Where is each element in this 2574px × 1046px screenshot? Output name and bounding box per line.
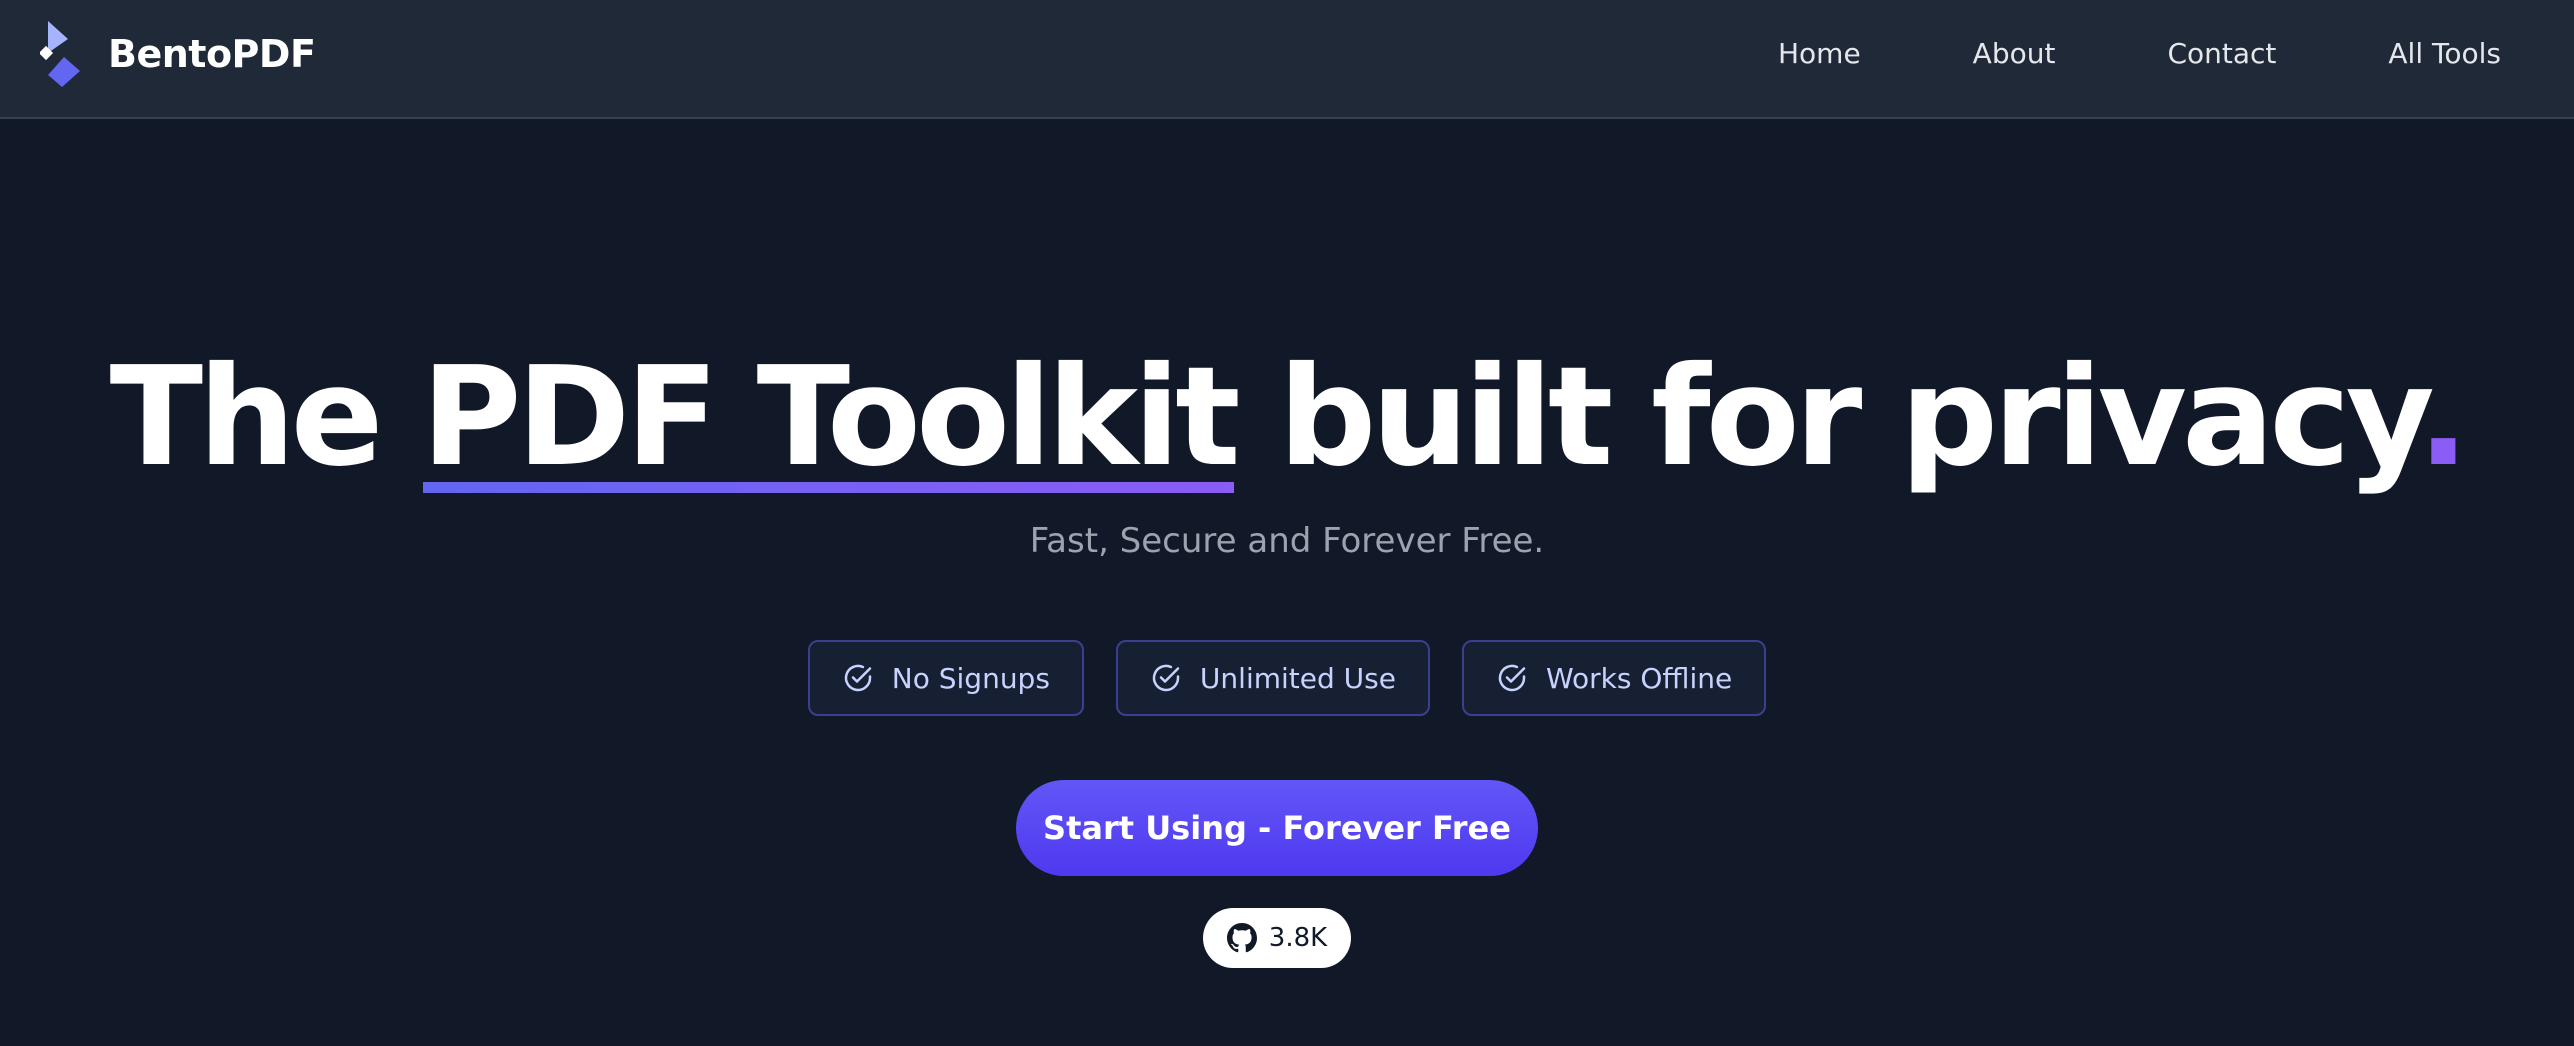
badge-works-offline: Works Offline — [1461, 640, 1767, 716]
brand[interactable]: BentoPDF — [40, 20, 316, 88]
nav-about-link[interactable]: About — [1973, 37, 2056, 70]
hero-title: The PDF Toolkit built for privacy. — [0, 330, 2574, 505]
bento-logo-icon — [40, 21, 80, 87]
github-icon — [1226, 923, 1257, 953]
nav-home-link[interactable]: Home — [1778, 37, 1861, 70]
badge-label: Unlimited Use — [1199, 661, 1396, 695]
hero-title-highlight: PDF Toolkit — [421, 330, 1240, 505]
highlight-underline — [423, 482, 1234, 493]
hero-title-end: built for privacy — [1235, 338, 2422, 497]
badge-label: No Signups — [891, 661, 1050, 695]
nav-all-tools-link[interactable]: All Tools — [2388, 37, 2501, 70]
github-star-count: 3.8K — [1268, 923, 1328, 953]
hero-title-start: The — [109, 338, 422, 497]
feature-badges: No Signups Unlimited Use Works Offline — [0, 640, 2574, 716]
nav-contact-link[interactable]: Contact — [2167, 37, 2276, 70]
check-circle-icon — [1498, 664, 1526, 692]
github-stars-button[interactable]: 3.8K — [1203, 908, 1351, 968]
start-using-button[interactable]: Start Using - Forever Free — [1016, 780, 1538, 876]
nav-links: Home About Contact All Tools — [1778, 28, 2501, 78]
brand-name: BentoPDF — [108, 32, 316, 76]
hero-title-highlight-text: PDF Toolkit — [421, 338, 1240, 497]
hero-subtitle: Fast, Secure and Forever Free. — [1029, 521, 1545, 561]
badge-unlimited-use: Unlimited Use — [1115, 640, 1430, 716]
badge-no-signups: No Signups — [807, 640, 1084, 716]
badge-label: Works Offline — [1545, 661, 1733, 695]
check-circle-icon — [844, 664, 872, 692]
hero-title-dot: . — [2417, 338, 2469, 497]
navbar: BentoPDF Home About Contact All Tools — [0, 0, 2574, 119]
check-circle-icon — [1152, 664, 1180, 692]
